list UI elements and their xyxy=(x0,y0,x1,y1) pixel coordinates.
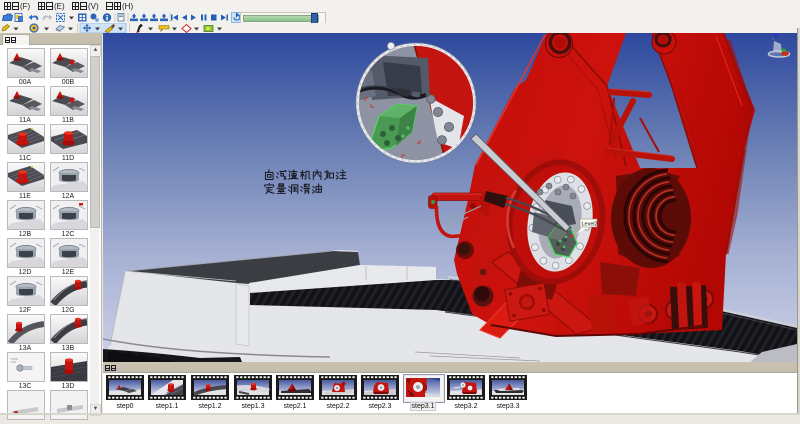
svg-text:Level2: Level2 xyxy=(582,222,598,228)
